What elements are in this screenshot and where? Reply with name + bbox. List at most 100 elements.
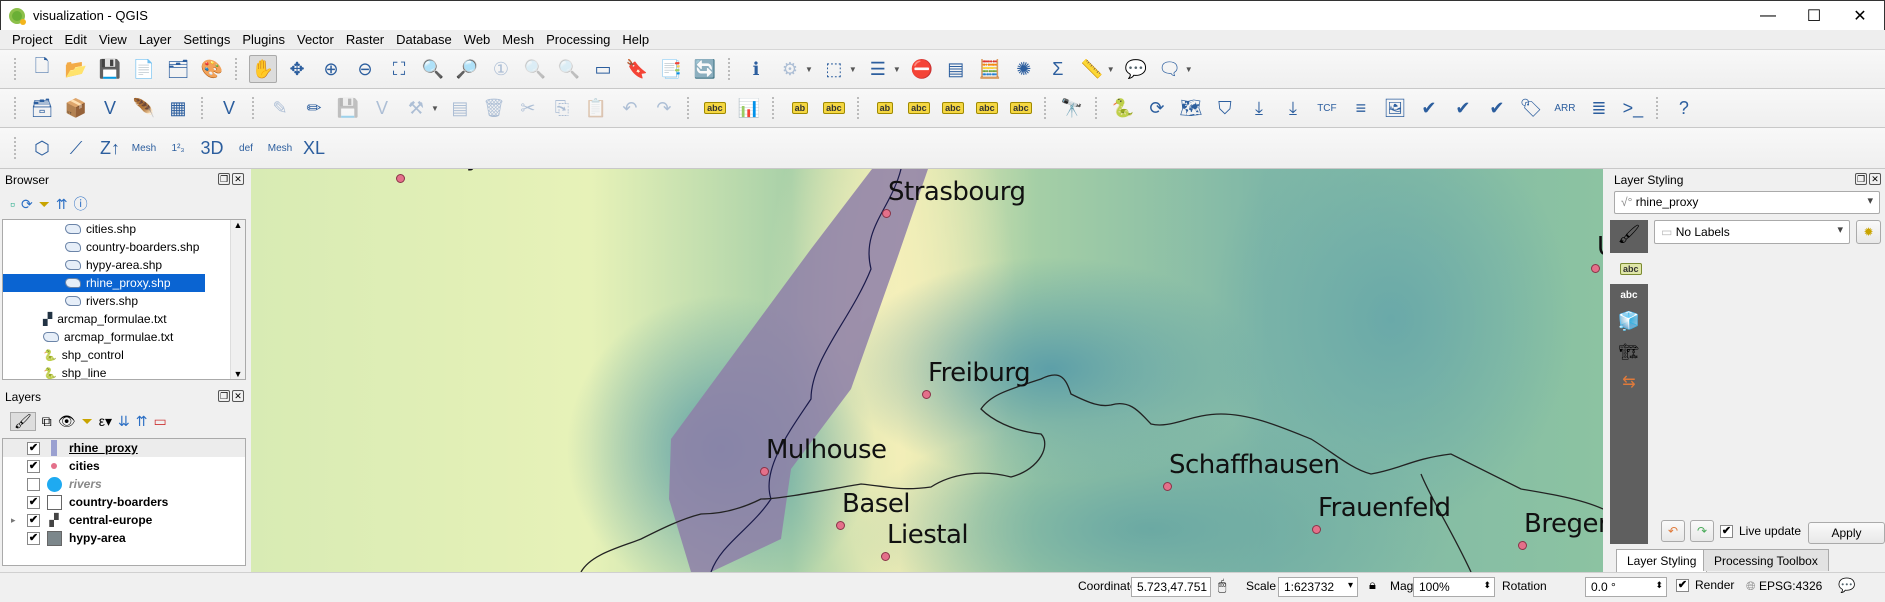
dropdown-arrow-icon[interactable]: ▼ <box>431 104 439 113</box>
highlight-pinned-labels-icon[interactable]: abc <box>820 94 848 122</box>
tab-processing-toolbox[interactable]: Processing Toolbox <box>1703 549 1829 571</box>
download-icon[interactable]: ⤓ <box>1245 94 1273 122</box>
new-geopackage-icon[interactable]: 📦 <box>62 94 90 122</box>
filter-icon[interactable]: ⏷ <box>39 196 50 213</box>
menu-web[interactable]: Web <box>458 30 497 49</box>
screenshot-icon[interactable]: 🖼 <box>1381 94 1409 122</box>
info-icon[interactable]: ⓘ <box>74 194 88 214</box>
new-spatialite-icon[interactable]: 🪶 <box>130 94 158 122</box>
live-update-checkbox[interactable]: ✔ Live update <box>1720 524 1801 538</box>
zoom-in-icon[interactable]: ⊕ <box>317 55 345 83</box>
masks-tab-icon[interactable]: abc <box>1610 290 1648 301</box>
add-selected-icon[interactable]: ▫ <box>10 196 15 212</box>
download-save-icon[interactable]: ⤓ <box>1279 94 1307 122</box>
measure-icon[interactable]: 📏 <box>1078 55 1106 83</box>
menu-settings[interactable]: Settings <box>177 30 236 49</box>
cut-features-icon[interactable]: ✂ <box>514 94 542 122</box>
new-project-icon[interactable]: 🗋 <box>28 55 56 83</box>
layer-diagram-icon[interactable]: 📊 <box>735 94 763 122</box>
style-panel-icon[interactable]: 🖌 <box>10 411 36 431</box>
browser-item[interactable]: country-boarders.shp <box>3 238 245 256</box>
browser-item[interactable]: 🐍 shp_line <box>3 364 245 379</box>
geocoder-icon[interactable]: 🔭 <box>1058 94 1086 122</box>
menu-edit[interactable]: Edit <box>58 30 92 49</box>
toggle-extents-icon[interactable]: 🖱 <box>1218 577 1226 594</box>
current-edits-icon[interactable]: ✎ <box>266 94 294 122</box>
toolbar-grip[interactable] <box>14 97 19 119</box>
maximize-button[interactable]: ☐ <box>1791 1 1837 31</box>
layer-visibility-checkbox[interactable] <box>27 477 40 491</box>
check-one-icon[interactable]: ✔ <box>1483 94 1511 122</box>
menu-plugins[interactable]: Plugins <box>236 30 291 49</box>
mesh-export-icon[interactable]: Mesh <box>130 134 158 162</box>
select-by-value-icon[interactable]: ☰ <box>864 55 892 83</box>
new-bookmark-icon[interactable]: 🔖 <box>623 55 651 83</box>
labeling-mode-combo[interactable]: ▭ No Labels <box>1654 220 1850 244</box>
text-annotation-icon[interactable]: 🗨 <box>1156 55 1184 83</box>
processing-toolbox-icon[interactable]: ✺ <box>1010 55 1038 83</box>
add-group-icon[interactable]: ⧉ <box>42 413 52 430</box>
new-shapefile-icon[interactable]: V <box>96 94 124 122</box>
browser-item[interactable]: hypy-area.shp <box>3 256 245 274</box>
layer-labeling-icon[interactable]: abc <box>701 94 729 122</box>
mesh-triangulation-icon[interactable]: ⬡ <box>28 134 56 162</box>
lock-icon[interactable]: 🔒︎ <box>1369 577 1376 593</box>
open-project-icon[interactable]: 📂 <box>62 55 90 83</box>
dropdown-arrow-icon[interactable]: ▼ <box>1107 65 1115 74</box>
expand-arrow-icon[interactable]: ▸ <box>11 515 16 526</box>
attribute-table-icon[interactable]: ▤ <box>942 55 970 83</box>
layer-item[interactable]: ✔ rhine_proxy <box>3 439 245 457</box>
python-console-icon[interactable]: 🐍 <box>1109 94 1137 122</box>
filter-legend-icon[interactable]: ⏷ <box>82 413 93 430</box>
layer-item[interactable]: rivers <box>3 475 245 493</box>
arr-icon[interactable]: ARR <box>1551 94 1579 122</box>
dropdown-arrow-icon[interactable]: ▼ <box>1185 65 1193 74</box>
close-panel-icon[interactable]: ✕ <box>232 390 244 402</box>
pin-labels-icon[interactable]: ab <box>786 94 814 122</box>
history-icon[interactable]: ⇆ <box>1610 372 1648 392</box>
browser-scrollbar[interactable]: ▲ ▼ <box>230 220 245 379</box>
menu-view[interactable]: View <box>93 30 133 49</box>
show-hide-labels-icon[interactable]: abc <box>905 94 933 122</box>
layer-visibility-checkbox[interactable]: ✔ <box>27 441 40 455</box>
layout-manager-icon[interactable]: 🗂 <box>164 55 192 83</box>
check-qgis-icon[interactable]: ✔ <box>1449 94 1477 122</box>
float-panel-icon[interactable]: ❐ <box>1855 173 1867 185</box>
new-temporary-layer-icon[interactable]: V <box>215 94 243 122</box>
raster-terrain-icon[interactable]: 🗺 <box>1177 94 1205 122</box>
zoom-to-layer-icon[interactable]: 🔎 <box>453 55 481 83</box>
tab-layer-styling[interactable]: Layer Styling <box>1616 549 1708 572</box>
collapse-all-icon[interactable]: ⇈ <box>136 413 148 430</box>
coordinate-field[interactable]: 5.723,47.751 <box>1131 577 1211 597</box>
show-bookmarks-icon[interactable]: 📑 <box>657 55 685 83</box>
live-update-check[interactable]: ✔ <box>1720 524 1733 538</box>
map-tips-icon[interactable]: 💬 <box>1122 55 1150 83</box>
labels-tab[interactable]: abc <box>1620 261 1642 275</box>
copy-features-icon[interactable]: ⎘ <box>548 94 576 122</box>
collapse-all-icon[interactable]: ⇈ <box>56 196 68 213</box>
pan-to-selection-icon[interactable]: ✥ <box>283 55 311 83</box>
close-panel-icon[interactable]: ✕ <box>232 173 244 185</box>
crs-button[interactable]: 🌐︎ EPSG:4326 <box>1746 579 1822 594</box>
scale-combo[interactable]: 1:623732 ▾ <box>1278 577 1358 597</box>
zoom-last-icon[interactable]: 🔍 <box>521 55 549 83</box>
delete-selected-icon[interactable]: 🗑 <box>480 94 508 122</box>
statistics-icon[interactable]: Σ <box>1044 55 1072 83</box>
def-curve-icon[interactable]: def <box>232 134 260 162</box>
change-label-icon[interactable]: abc <box>1007 94 1035 122</box>
filter-expression-icon[interactable]: ε▾ <box>99 413 112 430</box>
z-values-icon[interactable]: Z↑ <box>96 134 124 162</box>
label-tag-icon[interactable]: 🏷 <box>1517 94 1545 122</box>
mesh-edges-icon[interactable]: ⟋ <box>62 134 90 162</box>
layer-select-combo[interactable]: √° rhine_proxy <box>1614 191 1880 214</box>
browser-item[interactable]: cities.shp <box>3 220 245 238</box>
float-panel-icon[interactable]: ❐ <box>218 390 230 402</box>
label-settings-button[interactable]: ✹ <box>1856 220 1881 244</box>
messages-icon[interactable]: 💬 <box>1838 577 1855 594</box>
new-map-view-icon[interactable]: ▭ <box>589 55 617 83</box>
save-project-icon[interactable]: 💾 <box>96 55 124 83</box>
zoom-native-icon[interactable]: ① <box>487 55 515 83</box>
new-print-layout-icon[interactable]: 📄 <box>130 55 158 83</box>
rotation-spinbox[interactable]: 0.0 ° ⬍ <box>1585 577 1667 597</box>
new-virtual-layer-icon[interactable]: ▦ <box>164 94 192 122</box>
